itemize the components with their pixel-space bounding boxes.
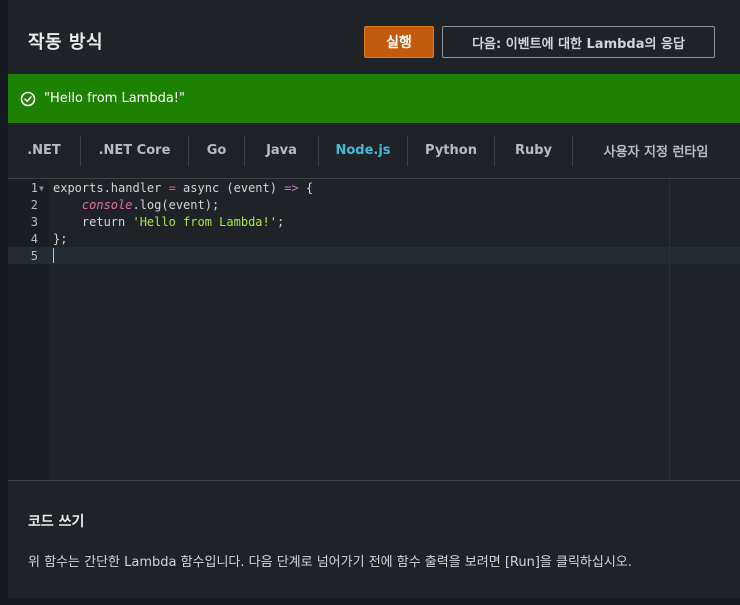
header: 작동 방식 실행 다음: 이벤트에 대한 Lambda의 응답 (8, 0, 740, 74)
code-editor[interactable]: 1 2 3 4 5 ▼ exports.handler = async (eve… (8, 179, 740, 480)
code-token: }; (53, 232, 68, 246)
tab-dotnet[interactable]: .NET (8, 136, 80, 166)
tab-java[interactable]: Java (245, 136, 318, 166)
code-token: console (81, 198, 133, 212)
code-token: = (168, 181, 184, 195)
line-number: 1 (30, 181, 38, 195)
footer-section: 코드 쓰기 위 함수는 간단한 Lambda 함수입니다. 다음 단계로 넘어가… (8, 480, 740, 598)
print-margin (669, 179, 670, 480)
next-button[interactable]: 다음: 이벤트에 대한 Lambda의 응답 (442, 26, 715, 58)
code-token: 'Hello from Lambda!' (132, 215, 277, 229)
line-number: 4 (30, 232, 38, 246)
section-title: 코드 쓰기 (28, 514, 85, 530)
code-token: async (183, 181, 227, 195)
code-token: exports.handler (53, 181, 169, 195)
active-line-highlight (49, 247, 740, 264)
text-cursor (53, 248, 54, 263)
section-description: 위 함수는 간단한 Lambda 함수입니다. 다음 단계로 넘어가기 전에 함… (28, 555, 632, 570)
line-number: 3 (30, 215, 38, 229)
line-number: 5 (30, 249, 38, 263)
code-token: ; (276, 215, 285, 229)
code-line: }; (53, 231, 67, 248)
run-button[interactable]: 실행 (364, 26, 434, 58)
code-line: exports.handler = async (event) => { (53, 180, 313, 197)
code-token: .log(event); (132, 198, 220, 212)
line-number: 2 (30, 198, 38, 212)
page-title: 작동 방식 (28, 32, 104, 53)
check-circle-icon (20, 91, 36, 107)
success-alert: "Hello from Lambda!" (8, 74, 740, 123)
tab-nodejs[interactable]: Node.js (319, 136, 407, 166)
tab-python[interactable]: Python (408, 136, 494, 166)
tab-go[interactable]: Go (189, 136, 244, 166)
runtime-tabs: .NET .NET Core Go Java Node.js Python Ru… (8, 123, 740, 179)
fold-arrow-icon[interactable]: ▼ (39, 180, 44, 197)
tab-ruby[interactable]: Ruby (495, 136, 572, 166)
code-token: (event) (226, 181, 285, 195)
code-line: return 'Hello from Lambda!'; (53, 214, 284, 231)
code-token: return (53, 215, 133, 229)
code-line: console.log(event); (53, 197, 219, 214)
code-token: => (284, 181, 299, 195)
success-message: "Hello from Lambda!" (44, 91, 185, 106)
tab-custom-runtime[interactable]: 사용자 지정 런타임 (573, 136, 739, 166)
tab-dotnet-core[interactable]: .NET Core (81, 136, 188, 166)
code-token: { (298, 181, 314, 195)
